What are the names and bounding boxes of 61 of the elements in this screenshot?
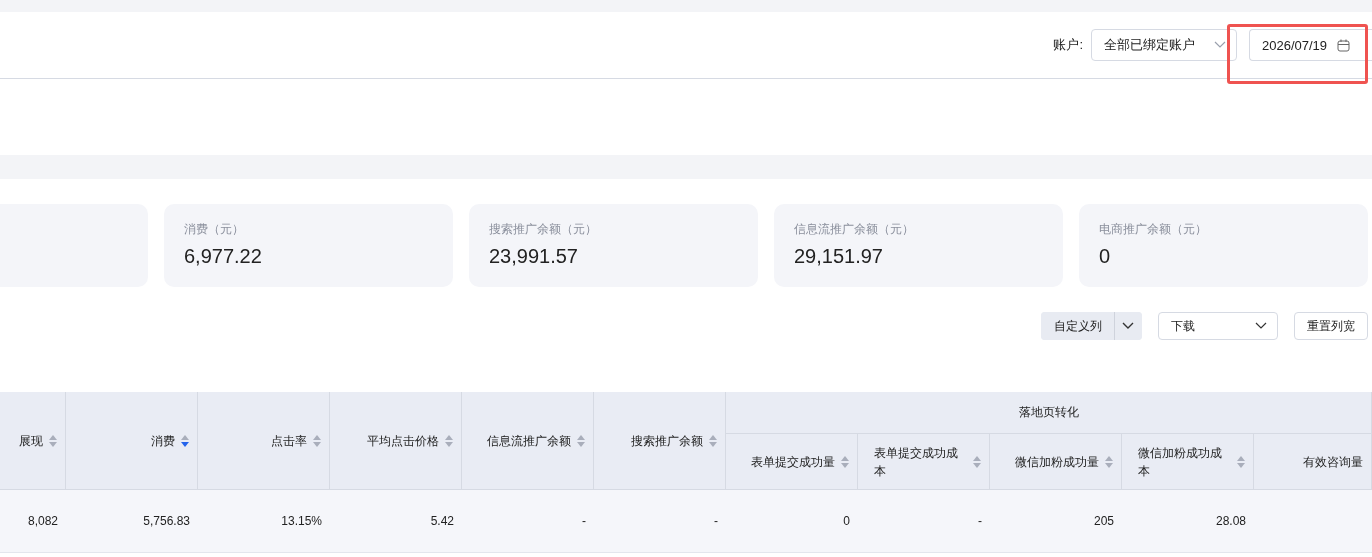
sort-icon[interactable] bbox=[1105, 454, 1113, 469]
sort-icon[interactable] bbox=[445, 433, 453, 448]
table-cell: 0 bbox=[726, 490, 858, 553]
sort-icon[interactable] bbox=[577, 433, 585, 448]
sort-icon[interactable] bbox=[709, 433, 717, 448]
date-picker[interactable]: 2026/07/19 bbox=[1249, 29, 1372, 61]
column-label: 有效咨询量 bbox=[1303, 453, 1363, 471]
column-label: 微信加粉成功成本 bbox=[1138, 444, 1223, 480]
stat-value: 23,991.57 bbox=[489, 245, 579, 268]
column-header[interactable]: 表单提交成功成本 bbox=[858, 434, 990, 490]
stat-value: 29,151.97 bbox=[794, 245, 884, 268]
sort-icon[interactable] bbox=[1237, 454, 1245, 469]
column-label: 表单提交成功成本 bbox=[874, 444, 959, 480]
column-label: 消费 bbox=[151, 432, 175, 450]
column-label: 点击率 bbox=[271, 432, 307, 450]
reset-widths-button[interactable]: 重置列宽 bbox=[1294, 312, 1368, 340]
stat-label: 搜索推广余额（元） bbox=[489, 221, 598, 238]
column-header[interactable]: 展现 bbox=[0, 392, 66, 490]
table-cell: 205 bbox=[990, 490, 1122, 553]
column-header[interactable]: 点击率 bbox=[198, 392, 330, 490]
column-header[interactable]: 消费 bbox=[66, 392, 198, 490]
sort-icon[interactable] bbox=[841, 454, 849, 469]
stat-label: 信息流推广余额（元） bbox=[794, 221, 915, 238]
column-header[interactable]: 平均点击价格 bbox=[330, 392, 462, 490]
calendar-icon bbox=[1337, 38, 1351, 52]
account-select[interactable]: 全部已绑定账户 bbox=[1091, 29, 1237, 61]
table-cell: 5.42 bbox=[330, 490, 462, 553]
table-cell: 5,756.83 bbox=[66, 490, 198, 553]
table-cell: 13.15% bbox=[198, 490, 330, 553]
chevron-down-icon bbox=[1122, 322, 1134, 330]
column-header[interactable]: 信息流推广余额 bbox=[462, 392, 594, 490]
column-header[interactable]: 表单提交成功量 bbox=[726, 434, 858, 490]
sort-icon[interactable] bbox=[181, 433, 189, 448]
table-cell: - bbox=[858, 490, 990, 553]
column-header[interactable]: 搜索推广余额 bbox=[594, 392, 726, 490]
table-cell: 28.08 bbox=[1122, 490, 1254, 553]
custom-columns-button[interactable]: 自定义列 bbox=[1041, 312, 1115, 340]
stat-value: 6,977.22 bbox=[184, 245, 263, 268]
sort-icon[interactable] bbox=[49, 433, 57, 448]
download-select[interactable]: 下载 bbox=[1158, 312, 1278, 340]
sort-icon[interactable] bbox=[313, 433, 321, 448]
sort-icon[interactable] bbox=[973, 454, 981, 469]
column-group-header: 落地页转化 bbox=[726, 392, 1372, 434]
stat-label: 电商推广余额（元） bbox=[1099, 221, 1208, 238]
column-label: 信息流推广余额 bbox=[487, 432, 571, 450]
column-header[interactable]: 微信加粉成功成本 bbox=[1122, 434, 1254, 490]
column-header[interactable]: 微信加粉成功量 bbox=[990, 434, 1122, 490]
column-label: 表单提交成功量 bbox=[751, 453, 835, 471]
account-label: 账户: bbox=[1053, 36, 1083, 54]
chevron-down-icon bbox=[1214, 41, 1226, 49]
column-header[interactable]: 有效咨询量 bbox=[1254, 434, 1372, 490]
stat-value: 0 bbox=[1099, 245, 1112, 268]
table-cell: - bbox=[462, 490, 594, 553]
column-label: 微信加粉成功量 bbox=[1015, 453, 1099, 471]
table-cell: 8,082 bbox=[0, 490, 66, 553]
chevron-down-icon bbox=[1255, 322, 1267, 330]
stat-label: 消费（元） bbox=[184, 221, 245, 238]
table-cell: - bbox=[594, 490, 726, 553]
column-label: 展现 bbox=[19, 432, 43, 450]
column-label: 平均点击价格 bbox=[367, 432, 439, 450]
column-label: 搜索推广余额 bbox=[631, 432, 703, 450]
